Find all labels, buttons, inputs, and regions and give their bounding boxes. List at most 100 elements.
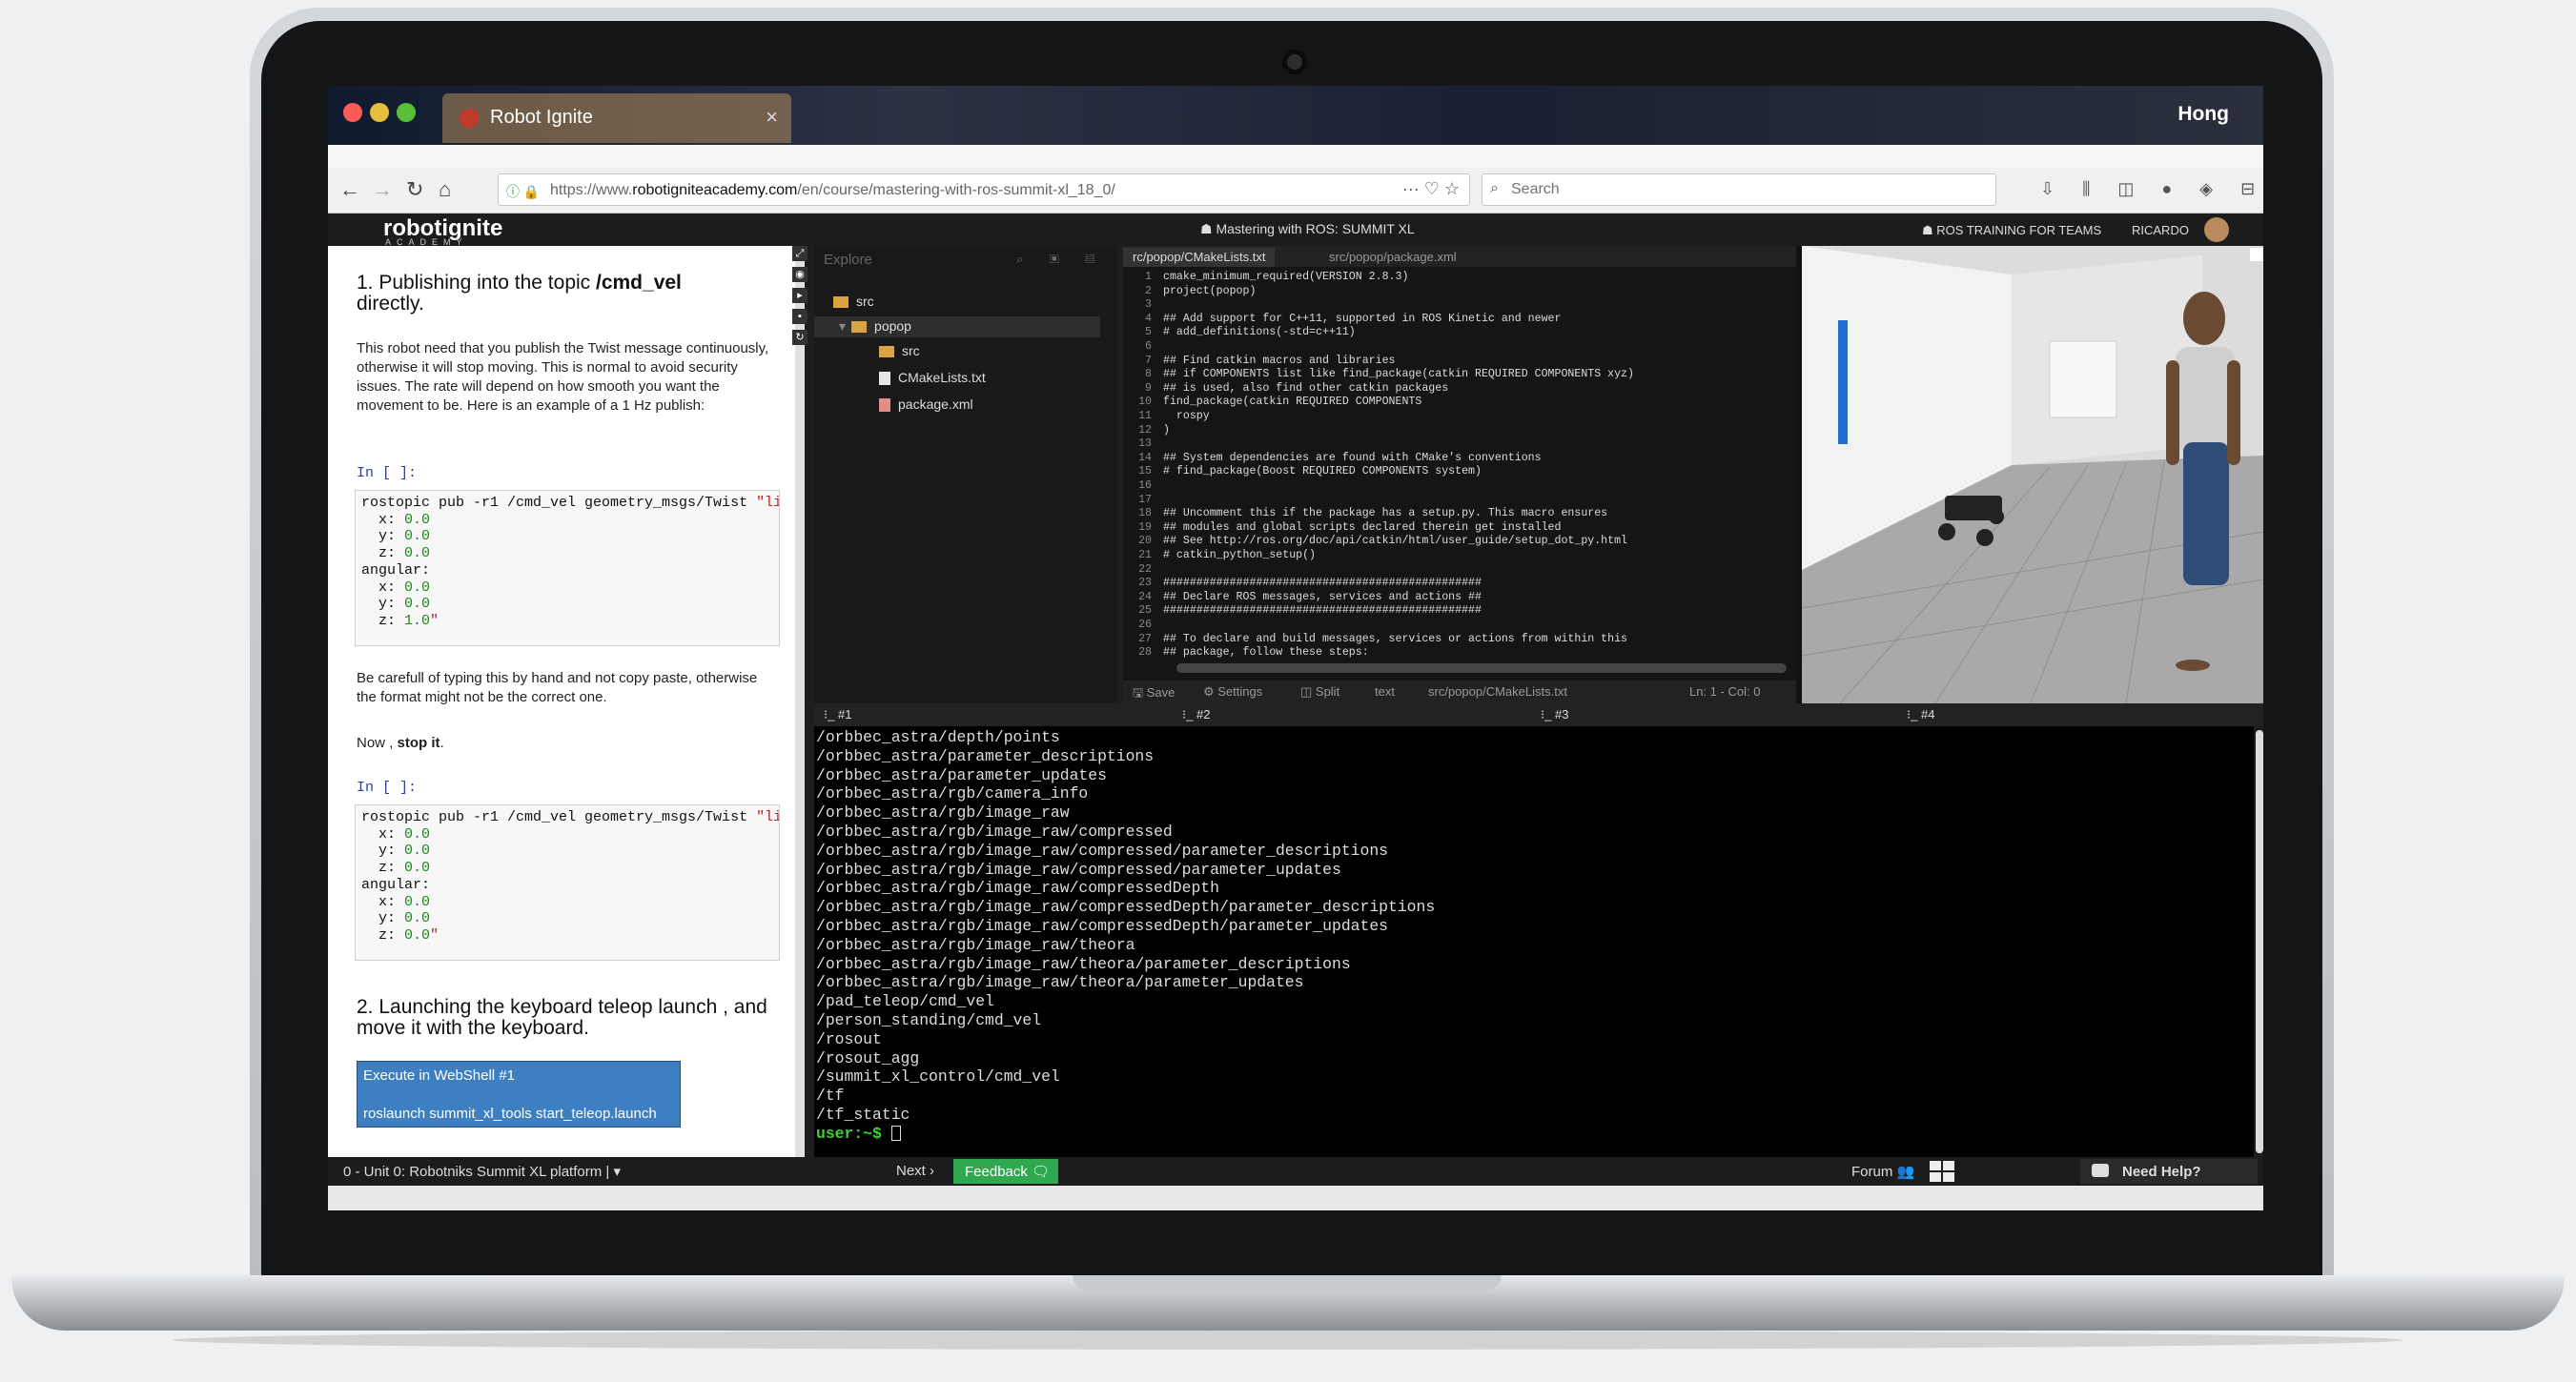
avatar[interactable] bbox=[2204, 217, 2229, 242]
section-heading-2: 2. Launching the keyboard teleop launch … bbox=[357, 996, 767, 1039]
code-line: 28 ## package, follow these steps: bbox=[1138, 646, 1369, 660]
tab-close-icon[interactable]: × bbox=[766, 105, 778, 130]
terminal-line: /summit_xl_control/cmd_vel bbox=[816, 1067, 1060, 1087]
notebook-scrollbar[interactable] bbox=[795, 246, 805, 1157]
url-text: https://www.robotigniteacademy.com/en/co… bbox=[550, 182, 1115, 198]
need-help-button[interactable]: Need Help? bbox=[2080, 1159, 2258, 1184]
tab-cmakelists[interactable]: rc/popop/CMakeLists.txt bbox=[1123, 248, 1276, 267]
code-editor: rc/popop/CMakeLists.txt src/popop/packag… bbox=[1123, 246, 1796, 703]
close-window-icon[interactable] bbox=[343, 103, 362, 122]
code-line: 27 ## To declare and build messages, serv… bbox=[1138, 632, 1628, 645]
save-icon[interactable]: ▪ bbox=[792, 309, 808, 324]
browser-user-name: Hong bbox=[2177, 103, 2229, 125]
terminal-line: /orbbec_astra/rgb/image_raw/compressedDe… bbox=[816, 879, 1219, 898]
cell-prompt: In [ ]: bbox=[357, 465, 418, 481]
need-help-label: Need Help? bbox=[2122, 1164, 2201, 1180]
back-icon[interactable]: ← bbox=[339, 177, 360, 202]
minimize-window-icon[interactable] bbox=[370, 103, 389, 122]
next-cell-icon[interactable]: ▸ bbox=[792, 288, 808, 303]
eye-icon[interactable]: ◉ bbox=[792, 267, 808, 282]
chat-icon bbox=[2092, 1164, 2109, 1177]
maximize-window-icon[interactable] bbox=[397, 103, 416, 122]
terminal-prompt[interactable]: user:~$ bbox=[816, 1125, 901, 1143]
code-area[interactable]: 1 cmake_minimum_required(VERSION 2.8.3) 2 p… bbox=[1123, 271, 1790, 660]
account-name[interactable]: RICARDO bbox=[2132, 223, 2189, 237]
address-bar[interactable]: ⓘ 🔒 https://www.robotigniteacademy.com/e… bbox=[498, 173, 1470, 206]
syntax-mode[interactable]: text bbox=[1375, 684, 1395, 699]
forum-link[interactable]: Forum 👥 bbox=[1851, 1163, 1914, 1180]
terminal-scrollbar[interactable] bbox=[2256, 730, 2263, 1153]
ros-training-teams-link[interactable]: ☗ ROS TRAINING FOR TEAMS bbox=[1922, 223, 2101, 238]
laptop-shadow bbox=[172, 1331, 2402, 1350]
split-button[interactable]: ◫ Split bbox=[1300, 684, 1339, 700]
search-box[interactable]: ⌕ bbox=[1482, 173, 1996, 206]
terminal-line: /orbbec_astra/depth/points bbox=[816, 728, 1060, 746]
save-button[interactable]: 🖫 Save bbox=[1133, 684, 1175, 705]
tree-item-package-xml[interactable]: package.xml bbox=[879, 396, 973, 413]
folder-icon bbox=[879, 346, 894, 358]
webshell-tab-3[interactable]: ⁝_ #3 bbox=[1541, 707, 1568, 722]
explorer-action-icons[interactable]: ⌕ ▣ ▤ bbox=[1016, 252, 1106, 267]
terminal-line: /orbbec_astra/parameter_descriptions bbox=[816, 746, 1155, 765]
code-cell-2[interactable]: rostopic pub -r1 /cmd_vel geometry_msgs/… bbox=[355, 804, 780, 961]
code-horizontal-scrollbar[interactable] bbox=[1176, 663, 1787, 673]
code-line: 5 # add_definitions(-std=c++11) bbox=[1145, 326, 1356, 339]
home-icon[interactable]: ⌂ bbox=[439, 177, 451, 202]
viewport-fullscreen-icon[interactable] bbox=[2250, 248, 2263, 261]
webshell-tab-1[interactable]: ⁝_ #1 bbox=[824, 707, 851, 722]
tree-item-popop[interactable]: ▾ popop bbox=[839, 318, 911, 335]
code-line: 18 ## Uncomment this if the package has a… bbox=[1138, 507, 1608, 520]
tree-item-cmakelists[interactable]: CMakeLists.txt bbox=[879, 370, 986, 386]
code-line: 15 # find_package(Boost REQUIRED COMPONEN… bbox=[1138, 465, 1482, 478]
reload-icon[interactable]: ↻ bbox=[406, 177, 423, 202]
browser-tab[interactable]: Robot Ignite × bbox=[442, 93, 791, 143]
cursor-position: Ln: 1 - Col: 0 bbox=[1689, 684, 1761, 699]
terminal-cursor bbox=[890, 1126, 901, 1142]
code-line: 16 bbox=[1138, 479, 1152, 492]
terminal-line: /person_standing/cmd_vel bbox=[816, 1011, 1042, 1029]
search-input[interactable] bbox=[1511, 181, 1969, 198]
code-line: 22 bbox=[1138, 562, 1152, 576]
terminal-line: /orbbec_astra/rgb/image_raw bbox=[816, 803, 1070, 823]
forward-icon[interactable]: → bbox=[372, 177, 393, 202]
folder-icon bbox=[851, 321, 868, 334]
section-heading-1: 1. Publishing into the topic /cmd_vel dir… bbox=[357, 272, 682, 315]
webshell-tab-4[interactable]: ⁝_ #4 bbox=[1907, 707, 1934, 722]
robot-ignite-favicon-icon bbox=[460, 109, 479, 128]
tab-package-xml[interactable]: src/popop/package.xml bbox=[1319, 248, 1466, 267]
terminal-line: /orbbec_astra/rgb/camera_info bbox=[816, 784, 1089, 803]
code-line: 7 ## Find catkin macros and libraries bbox=[1145, 354, 1396, 367]
app-header: robotignite ACADEMY ☗ Mastering with ROS… bbox=[328, 213, 2263, 247]
fullscreen-icon[interactable]: ⤢ bbox=[792, 246, 808, 261]
code-line: 3 bbox=[1145, 298, 1152, 312]
terminal-line: /tf bbox=[816, 1087, 845, 1106]
refresh-icon[interactable]: ↻ bbox=[792, 330, 808, 345]
webshell-terminal[interactable]: /orbbec_astra/depth/points/orbbec_astra/… bbox=[814, 726, 2254, 1157]
laptop-base-notch bbox=[1073, 1275, 1502, 1291]
next-button[interactable]: Next › bbox=[896, 1163, 934, 1179]
tree-item-src[interactable]: src bbox=[833, 294, 874, 309]
toolbar-extension-icons[interactable]: ⇩ ⫼ ◫ ● ◈ ⊟ ≡ bbox=[2040, 179, 2263, 199]
tree-item-popop-src[interactable]: src bbox=[879, 343, 920, 358]
grid-layout-icon[interactable] bbox=[1930, 1161, 1954, 1182]
code-line: 2 project(popop) bbox=[1145, 284, 1257, 297]
code-cell-1[interactable]: rostopic pub -r1 /cmd_vel geometry_msgs/… bbox=[355, 490, 780, 646]
terminal-line: /orbbec_astra/rgb/image_raw/compressed bbox=[816, 823, 1173, 841]
code-line: 4 ## Add support for C++11, supported in … bbox=[1145, 312, 1562, 325]
terminal-line: /rosout bbox=[816, 1029, 882, 1048]
feedback-button[interactable]: Feedback 🗨 bbox=[953, 1159, 1058, 1184]
webshell-tab-2[interactable]: ⁝_ #2 bbox=[1182, 707, 1210, 722]
code-line: 20 ## See http://ros.org/doc/api/catkin/h… bbox=[1138, 535, 1628, 548]
gazebo-simulation-view[interactable] bbox=[1802, 246, 2263, 703]
code-line: 14 ## System dependencies are found with … bbox=[1138, 451, 1542, 464]
code-line: 12) bbox=[1138, 423, 1170, 437]
settings-button[interactable]: ⚙ Settings bbox=[1203, 684, 1262, 700]
execute-in-webshell-box[interactable]: Execute in WebShell #1 roslaunch summit_… bbox=[357, 1061, 681, 1128]
browser-spacer bbox=[328, 145, 2263, 168]
unit-selector[interactable]: 0 - Unit 0: Robotniks Summit XL platform… bbox=[343, 1163, 621, 1180]
webcam bbox=[1282, 50, 1307, 74]
code-line: 23 ######################################… bbox=[1138, 577, 1482, 590]
terminal-line: /orbbec_astra/rgb/image_raw/compressed/p… bbox=[816, 860, 1341, 879]
code-line: 10 find_package(catkin REQUIRED COMPONENT… bbox=[1138, 396, 1422, 409]
page-actions-icon[interactable]: ··· ♡ ☆ bbox=[1402, 179, 1460, 199]
